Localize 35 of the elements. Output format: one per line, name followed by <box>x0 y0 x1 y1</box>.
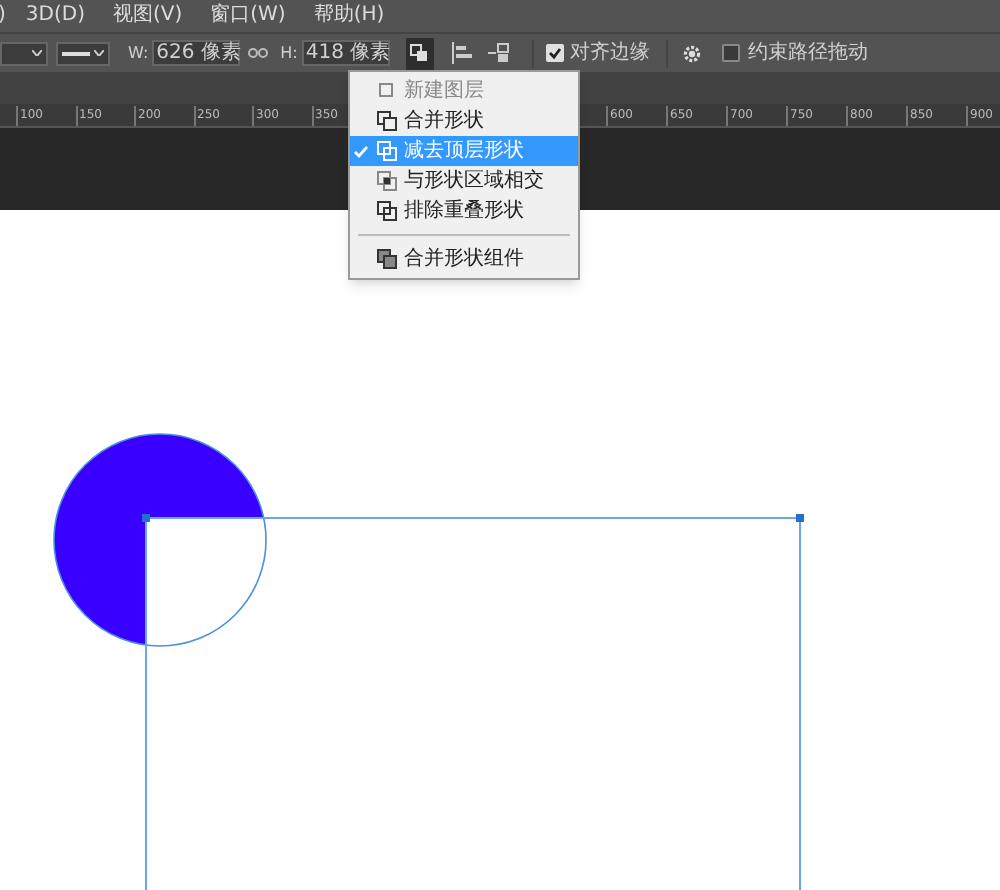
checkbox[interactable] <box>721 44 740 62</box>
menu-item[interactable]: 合并形状组件 <box>350 244 578 274</box>
shape-operation-icon <box>376 170 398 192</box>
shape-operation-icon <box>376 110 398 132</box>
menu-item[interactable]: 减去顶层形状 <box>350 136 578 166</box>
height-field[interactable]: 418 像素 <box>301 40 390 66</box>
arrange-icon[interactable] <box>487 42 512 64</box>
menu-item[interactable]: 窗口(W) <box>210 6 286 26</box>
shape-operation-icon <box>376 80 398 102</box>
settings-icon[interactable] <box>681 43 702 63</box>
menu-item[interactable]: ) <box>0 6 6 26</box>
height-label: H: <box>280 45 298 61</box>
link-icon[interactable] <box>248 48 269 58</box>
align-edges-label: 对齐边缘 <box>569 43 650 63</box>
dropdown[interactable] <box>0 41 48 65</box>
width-field[interactable]: 626 像素 <box>152 40 241 66</box>
width-label: W: <box>128 45 149 61</box>
line-icon <box>62 51 90 55</box>
checkbox[interactable] <box>545 44 564 62</box>
shape-operation-icon <box>376 140 398 162</box>
overlapping-squares-icon <box>410 44 429 62</box>
chevron-icon <box>94 50 104 56</box>
checkmark-icon <box>353 145 367 157</box>
menu-item[interactable]: 视图(V) <box>112 6 183 26</box>
shape-operation-icon <box>376 200 398 222</box>
stroke-style-dropdown[interactable] <box>56 41 110 65</box>
path-operations-button[interactable] <box>405 37 434 69</box>
menu-item[interactable]: 排除重叠形状 <box>350 196 578 226</box>
menu-item[interactable]: 帮助(H) <box>313 6 385 26</box>
shape-operation-icon <box>376 248 398 270</box>
menu-item[interactable]: 与形状区域相交 <box>350 166 578 196</box>
chevron-icon <box>32 50 42 56</box>
constrain-path-label: 约束路径拖动 <box>747 43 868 63</box>
menu-item[interactable]: 3D(D) <box>25 6 85 26</box>
align-icon[interactable] <box>451 42 472 64</box>
